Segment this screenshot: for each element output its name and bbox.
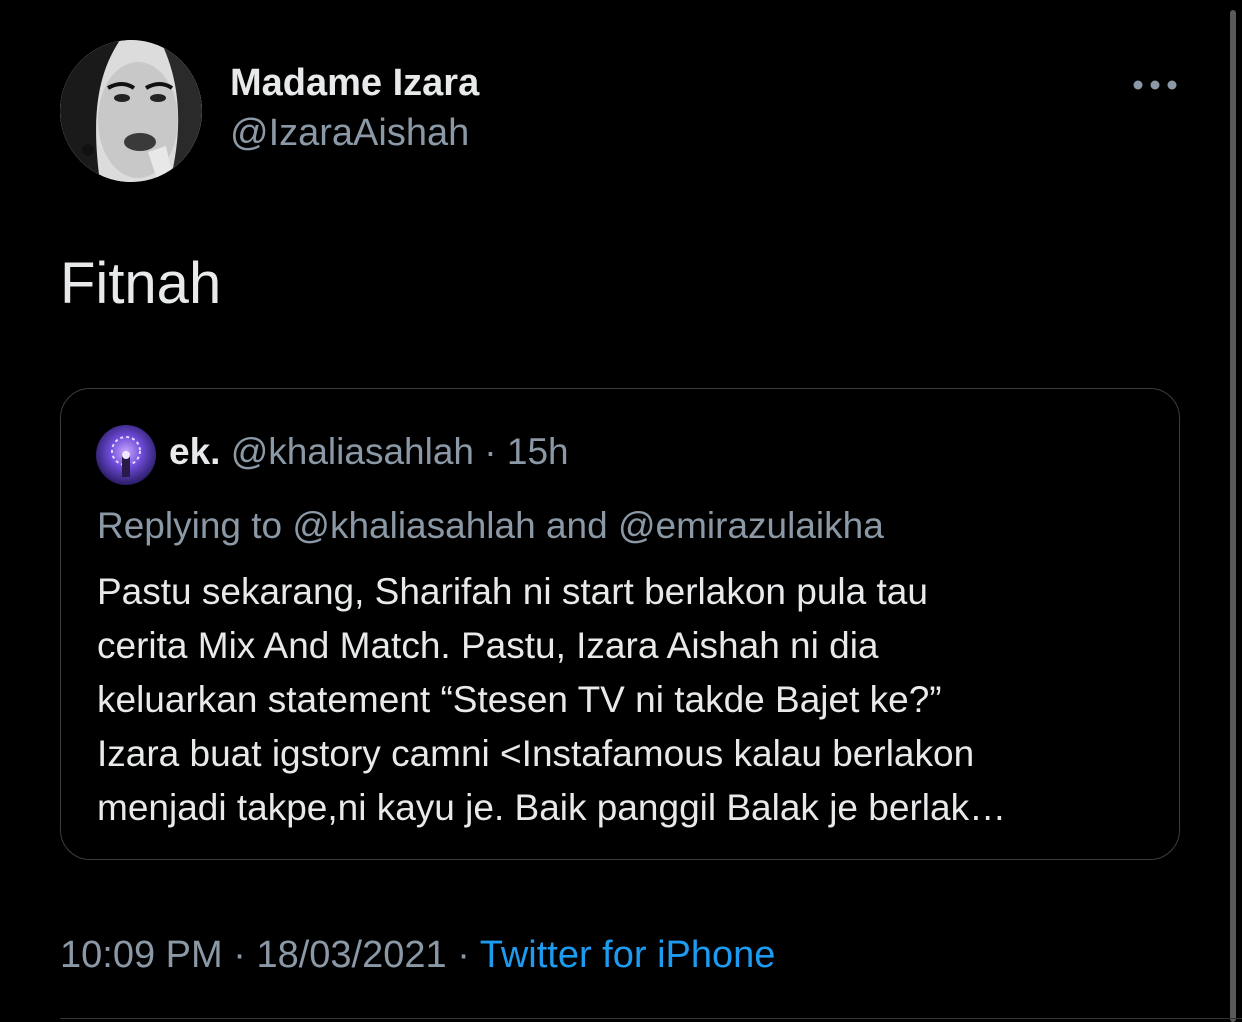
quoted-text-line: Pastu sekarang, Sharifah ni start berlak…: [97, 571, 928, 612]
replying-to-mention-1: @khaliasahlah: [292, 505, 536, 546]
author-handle[interactable]: @IzaraAishah: [230, 112, 469, 155]
profile-photo-icon: [96, 425, 156, 485]
timestamp-time[interactable]: 10:09 PM: [60, 934, 223, 976]
author-display-name[interactable]: Madame Izara: [230, 62, 479, 105]
divider: [60, 1018, 1242, 1019]
footer-separator: ·: [233, 934, 246, 976]
tweet-text: Fitnah: [60, 251, 222, 316]
quoted-text-line: menjadi takpe,ni kayu je. Baik panggil B…: [97, 787, 1007, 828]
quoted-display-name[interactable]: ek.: [169, 431, 220, 472]
footer-separator: ·: [457, 934, 470, 976]
quoted-text-line: keluarkan statement “Stesen TV ni takde …: [97, 679, 942, 720]
profile-photo-icon: [60, 40, 202, 182]
more-options-button[interactable]: [1128, 70, 1184, 100]
quoted-separator: ·: [484, 431, 497, 472]
quoted-handle[interactable]: @khaliasahlah: [231, 431, 474, 472]
quoted-text-line: Izara buat igstory camni <Instafamous ka…: [97, 733, 975, 774]
scrollbar[interactable]: [1230, 10, 1236, 1022]
timestamp-date[interactable]: 18/03/2021: [256, 934, 446, 976]
quoted-time-ago[interactable]: 15h: [507, 431, 569, 472]
quoted-header: ek. @khaliasahlah · 15h: [169, 431, 569, 473]
tweet-footer: 10:09 PM · 18/03/2021 · Twitter for iPho…: [60, 934, 775, 977]
quoted-author-avatar[interactable]: [96, 425, 156, 485]
source-link[interactable]: Twitter for iPhone: [480, 934, 776, 976]
replying-and: and: [545, 505, 608, 546]
quoted-tweet-text: Pastu sekarang, Sharifah ni start berlak…: [97, 565, 1157, 835]
quoted-tweet-card[interactable]: ek. @khaliasahlah · 15h Replying to @kha…: [60, 388, 1180, 860]
replying-prefix: Replying to: [97, 505, 283, 546]
author-avatar[interactable]: [60, 40, 202, 182]
replying-to-line: Replying to @khaliasahlah and @emirazula…: [97, 505, 884, 547]
quoted-text-line: cerita Mix And Match. Pastu, Izara Aisha…: [97, 625, 879, 666]
replying-to-mention-2: @emirazulaikha: [617, 505, 884, 546]
more-horizontal-icon: [1133, 80, 1177, 90]
